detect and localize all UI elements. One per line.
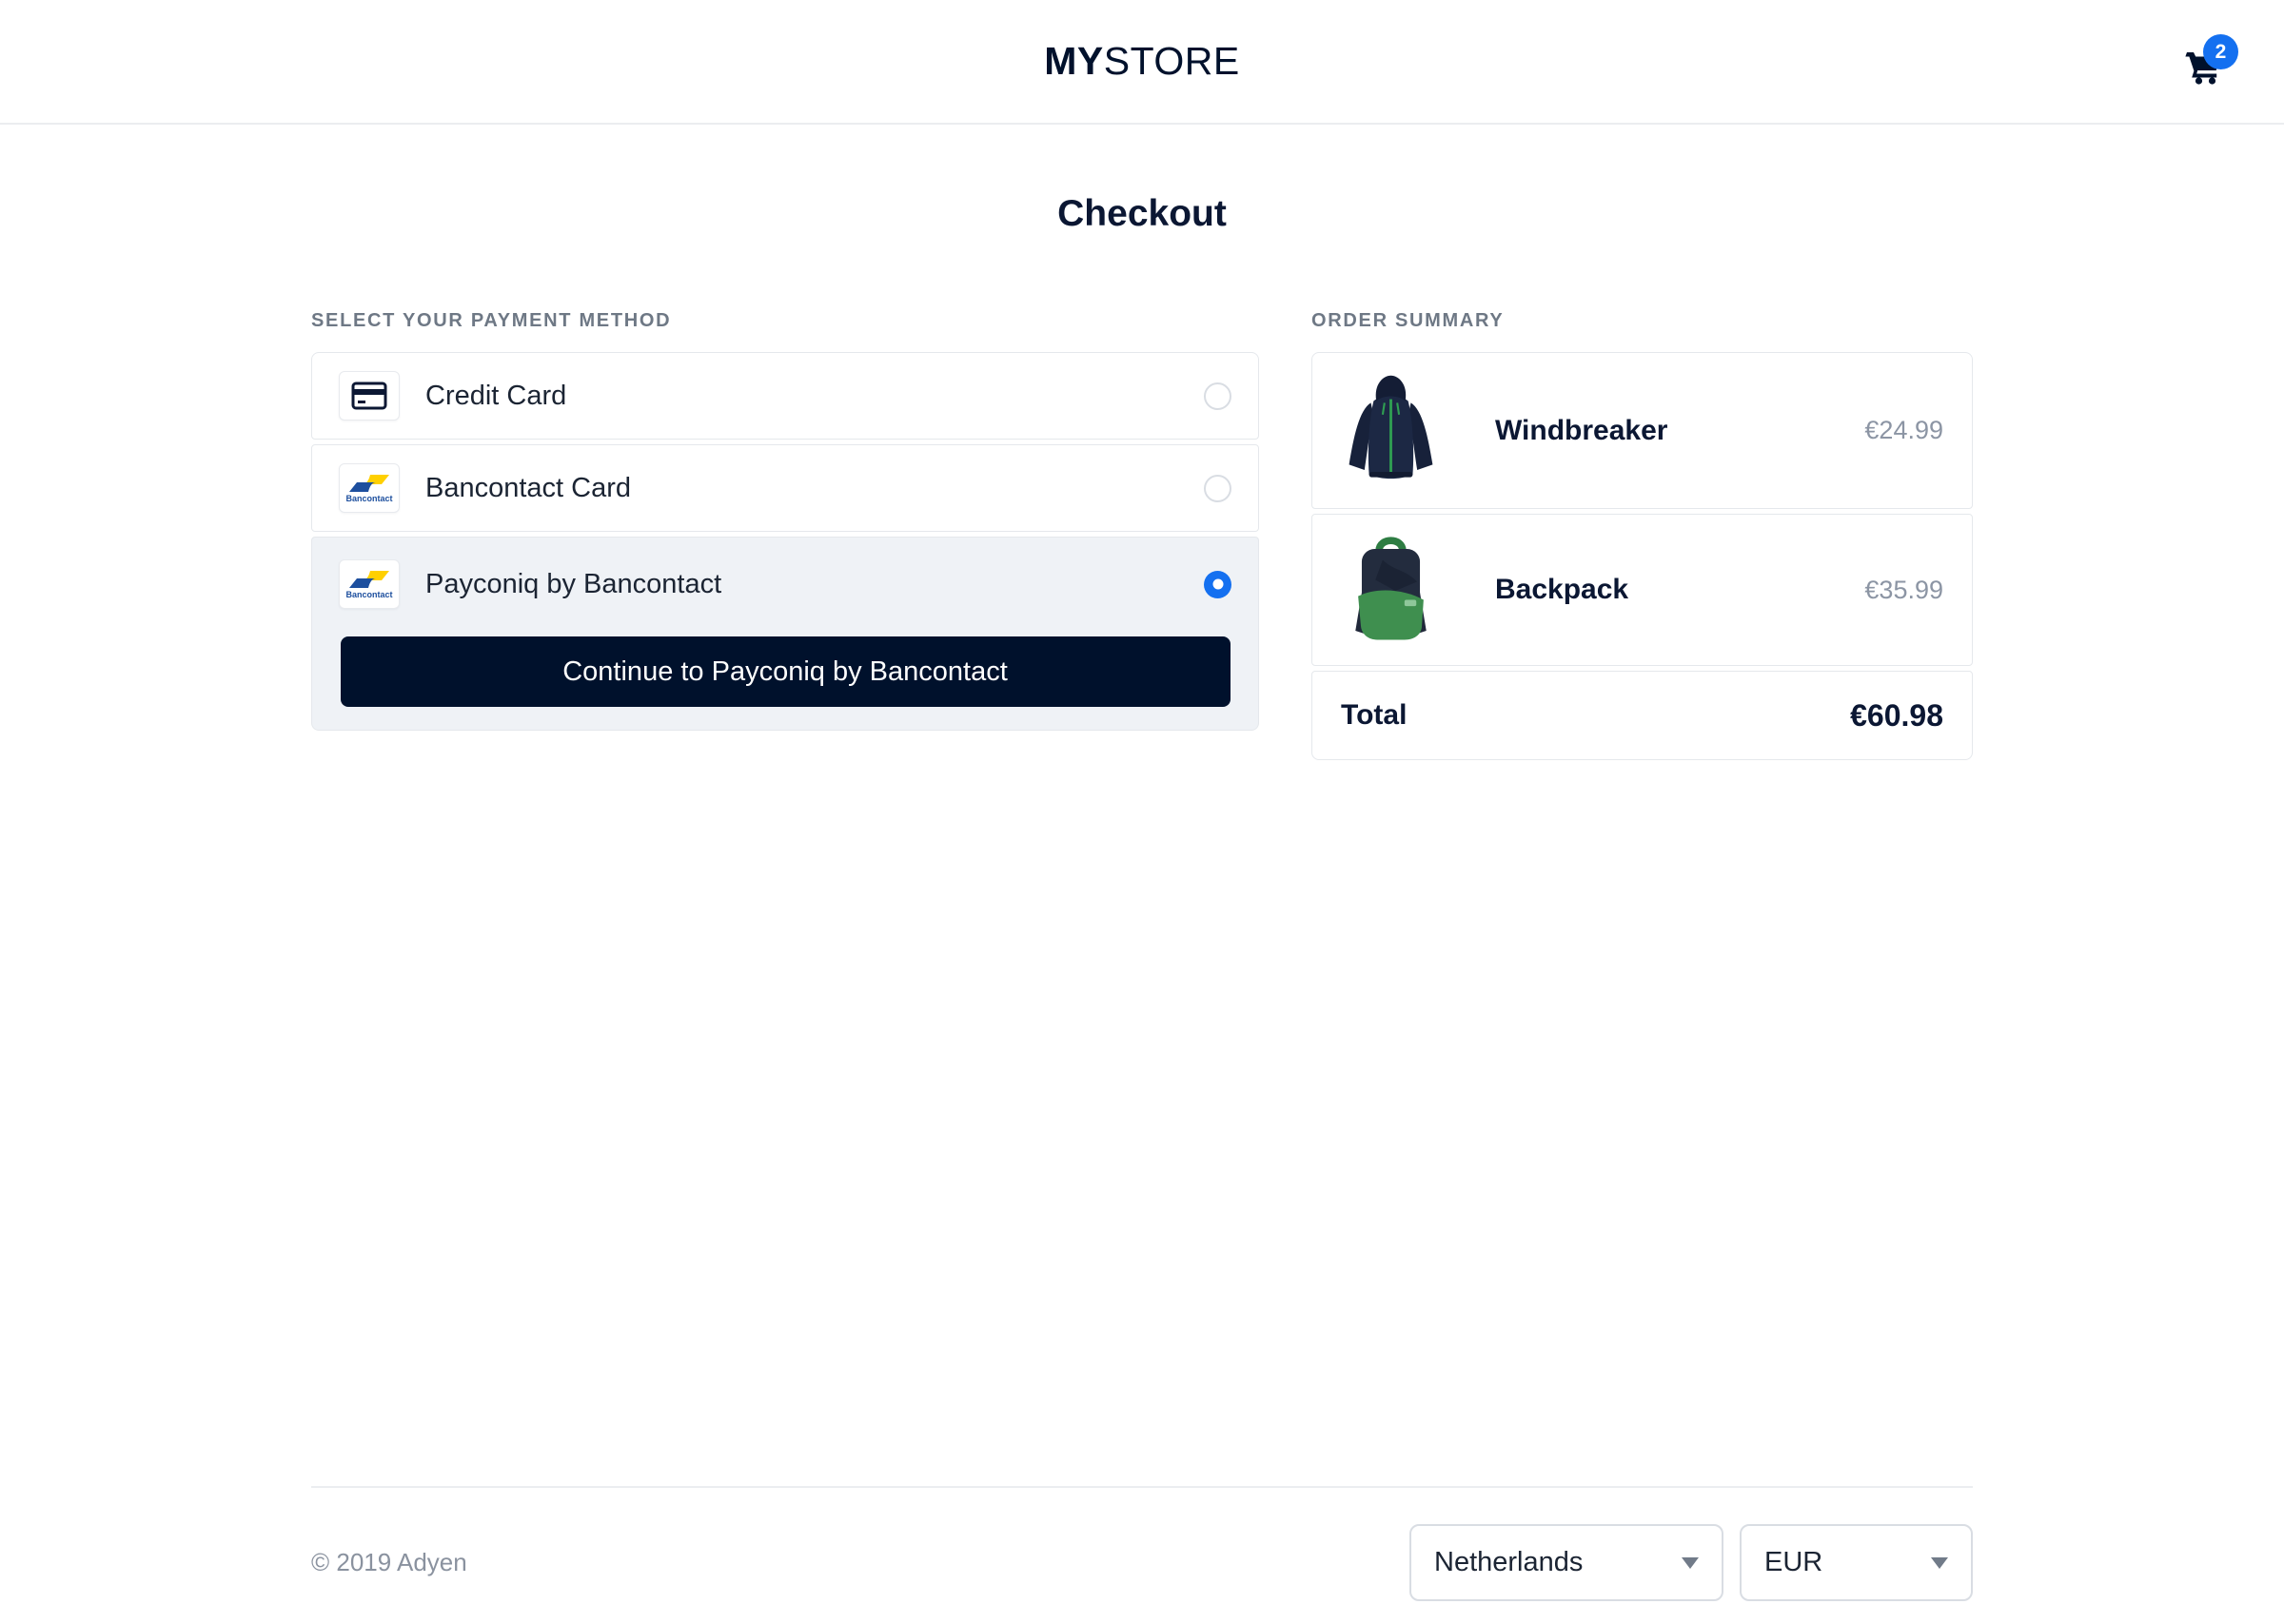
bancontact-logo-text: Bancontact [345,495,392,503]
header: MYSTORE 2 [0,0,2284,125]
total-value: €60.98 [1850,698,1943,734]
main-content: Checkout SELECT YOUR PAYMENT METHOD Cred… [311,125,1973,765]
chevron-down-icon [1931,1557,1948,1569]
footer: © 2019 Adyen Netherlands EUR [311,1486,1973,1624]
country-select[interactable]: Netherlands [1409,1524,1723,1601]
logo-text-bold: MY [1044,39,1104,83]
bancontact-logo-icon: Bancontact [339,559,400,609]
payment-option-payconiq[interactable]: Bancontact Payconiq by Bancontact Contin… [311,537,1259,731]
cart-count-badge: 2 [2203,34,2238,69]
order-summary-title: ORDER SUMMARY [1311,311,1973,330]
order-item-backpack: Backpack €35.99 [1311,514,1973,666]
order-item-windbreaker: Windbreaker €24.99 [1311,352,1973,509]
bancontact-card-radio[interactable] [1204,475,1231,502]
currency-select-value: EUR [1764,1547,1822,1578]
payment-section-title: SELECT YOUR PAYMENT METHOD [311,311,1259,330]
payment-option-credit-card[interactable]: Credit Card [311,352,1259,440]
payment-option-bancontact-card[interactable]: Bancontact Bancontact Card [311,444,1259,532]
windbreaker-product-image [1341,369,1441,493]
payment-option-label: Payconiq by Bancontact [425,569,721,600]
payconiq-radio-selected[interactable] [1204,571,1231,598]
order-summary-section: ORDER SUMMARY Windbreaker [1311,311,1973,765]
country-select-value: Netherlands [1434,1547,1583,1578]
product-price: €24.99 [1864,416,1943,445]
bancontact-logo-icon: Bancontact [339,463,400,513]
backpack-product-image [1341,528,1441,652]
page-title: Checkout [311,125,1973,235]
bancontact-logo-text: Bancontact [345,591,392,599]
copyright-text: © 2019 Adyen [311,1548,467,1577]
total-label: Total [1341,699,1407,732]
product-price: €35.99 [1864,576,1943,605]
payment-option-label: Credit Card [425,381,566,412]
credit-card-radio[interactable] [1204,382,1231,410]
cart-button[interactable]: 2 [2185,42,2231,88]
logo-text-light: STORE [1104,39,1240,83]
store-logo[interactable]: MYSTORE [1044,39,1240,84]
chevron-down-icon [1682,1557,1699,1569]
product-name: Backpack [1495,574,1628,606]
cart-icon [2185,73,2223,89]
continue-button[interactable]: Continue to Payconiq by Bancontact [341,636,1231,707]
currency-select[interactable]: EUR [1740,1524,1973,1601]
payment-option-label: Bancontact Card [425,473,631,504]
payment-methods-section: SELECT YOUR PAYMENT METHOD Credit Card [311,311,1259,735]
product-name: Windbreaker [1495,415,1667,447]
credit-card-icon [339,371,400,421]
order-total-row: Total €60.98 [1311,671,1973,760]
